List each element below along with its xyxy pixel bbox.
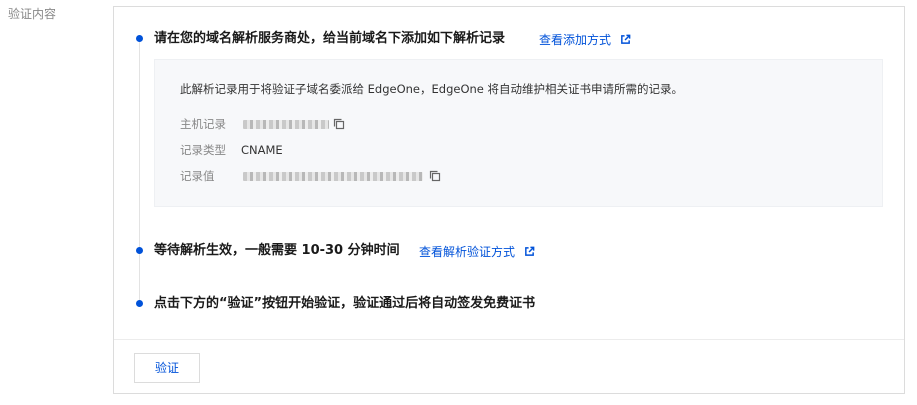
step-1-title: 请在您的域名解析服务商处，给当前域名下添加如下解析记录: [154, 31, 506, 46]
verify-button[interactable]: 验证: [134, 353, 200, 383]
record-description: 此解析记录用于将验证子域名委派给 EdgeOne，EdgeOne 将自动维护相关…: [180, 82, 684, 96]
step-2-dot: [136, 247, 143, 254]
copy-icon[interactable]: [333, 118, 345, 130]
record-value-label: 记录值: [180, 169, 215, 183]
host-record-label: 主机记录: [180, 117, 226, 131]
divider: [114, 339, 904, 340]
external-link-icon: [524, 246, 535, 256]
record-value-redacted: [243, 172, 423, 181]
view-add-method-link[interactable]: 查看添加方式: [539, 31, 631, 49]
verification-card: 请在您的域名解析服务商处，给当前域名下添加如下解析记录 查看添加方式 此解析记录…: [113, 6, 905, 394]
step-2-title: 等待解析生效，一般需要 10-30 分钟时间: [154, 243, 400, 258]
view-verify-method-label: 查看解析验证方式: [419, 245, 516, 259]
record-type-label: 记录类型: [180, 143, 226, 157]
external-link-icon: [620, 34, 631, 44]
view-verify-method-link[interactable]: 查看解析验证方式: [419, 243, 535, 261]
verification-panel: 验证内容 请在您的域名解析服务商处，给当前域名下添加如下解析记录 查看添加方式 …: [0, 0, 917, 405]
view-add-method-label: 查看添加方式: [539, 33, 612, 47]
timeline-line: [139, 41, 140, 305]
step-3-dot: [136, 300, 143, 307]
step-3-title: 点击下方的“验证”按钮开始验证，验证通过后将自动签发免费证书: [154, 296, 536, 311]
record-type-value: CNAME: [241, 143, 283, 157]
copy-icon[interactable]: [429, 170, 441, 182]
host-record-value-redacted: [243, 120, 329, 129]
field-label: 验证内容: [8, 7, 57, 21]
step-1-dot: [136, 35, 143, 42]
dns-record-box: 此解析记录用于将验证子域名委派给 EdgeOne，EdgeOne 将自动维护相关…: [154, 59, 883, 207]
